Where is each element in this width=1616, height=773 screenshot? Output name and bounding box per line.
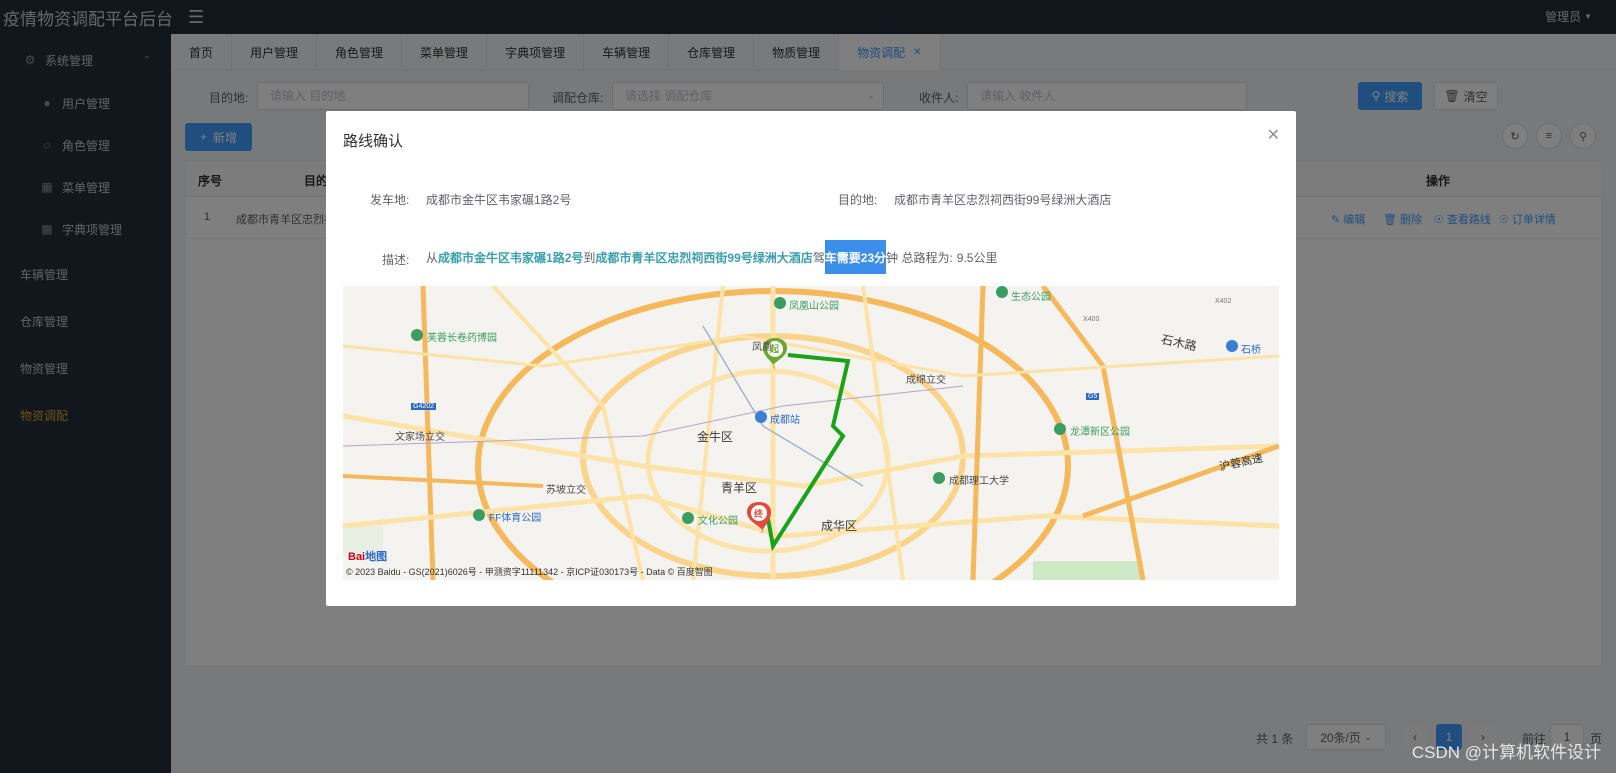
map-label-jinniu: 金牛区	[697, 430, 734, 444]
map-label-chenghua: 成华区	[821, 519, 858, 533]
map-label-furong: 芙蓉长卷药博园	[427, 333, 497, 344]
map-label-ff-park: FF体育公园	[489, 513, 542, 524]
desc-distance: 9.5公里	[956, 250, 998, 265]
dialog-title: 路线确认	[343, 133, 404, 150]
map-label-shi: 石桥	[1241, 345, 1261, 356]
map-label-shengtai: 生态公园	[1011, 292, 1051, 303]
map-label-wenhua: 文化公园	[698, 516, 738, 527]
map-label-fenghuang-short: 凤凰	[752, 342, 772, 353]
route-description: 从 成都市金牛区韦家碾1路2号 到 成都市青羊区忠烈祠西街99号绿洲大酒店 驾 …	[426, 240, 997, 274]
desc-text: 驾	[812, 250, 825, 265]
to-label: 目的地:	[838, 193, 878, 207]
map-label-g5: G5	[1086, 393, 1100, 400]
desc-from: 成都市金牛区韦家碾1路2号	[438, 250, 584, 265]
watermark: CSDN @计算机软件设计	[1411, 743, 1601, 762]
map-label-x402: X402	[1215, 298, 1232, 305]
map-label-ligong: 成都理工大学	[949, 476, 1009, 487]
map-label-chengluo: 成绵立交	[906, 375, 946, 386]
desc-text: 从	[426, 250, 439, 265]
map-label-suba: 苏坡立交	[546, 485, 586, 496]
desc-label: 描述:	[382, 253, 410, 267]
close-icon[interactable]: ✕	[1267, 125, 1280, 145]
map-label-x400: X400	[1083, 316, 1100, 323]
route-map[interactable]: 凤凰山公园 芙蓉长卷药博园 生态公园 石木路 石桥 凤凰 成绵立交 成都站 金牛…	[343, 286, 1279, 580]
start-marker-icon: 起	[770, 344, 780, 354]
desc-text: 钟 总路程为:	[886, 250, 953, 265]
route-confirm-dialog: 路线确认 ✕ 发车地: 成都市金牛区韦家碾1路2号 目的地: 成都市青羊区忠烈祠…	[326, 111, 1296, 606]
logo-text: 地图	[365, 551, 388, 563]
to-value: 成都市青羊区忠烈祠西街99号绿洲大酒店	[894, 193, 1112, 207]
end-marker-icon: 终	[754, 509, 764, 519]
logo-text: Bai	[348, 551, 366, 563]
map-label-chengdu-station: 成都站	[770, 415, 800, 426]
map-label-fenghuangshan: 凤凰山公园	[789, 301, 839, 312]
map-label-qingyang: 青羊区	[721, 481, 758, 495]
map-label-longtan: 龙潭新区公园	[1070, 427, 1130, 438]
baidu-logo: Bai地图	[348, 548, 387, 564]
desc-to: 成都市青羊区忠烈祠西街99号绿洲大酒店	[595, 250, 813, 265]
desc-duration-selected: 车需要23分	[824, 240, 887, 274]
map-label-g4202: G4202	[411, 403, 437, 410]
map-copyright: © 2023 Baidu - GS(2021)6026号 - 甲测资字11111…	[346, 567, 713, 577]
from-label: 发车地:	[370, 193, 410, 207]
map-label-wenjia: 文家场立交	[395, 432, 445, 443]
from-value: 成都市金牛区韦家碾1路2号	[426, 193, 572, 207]
desc-text: 到	[583, 250, 596, 265]
